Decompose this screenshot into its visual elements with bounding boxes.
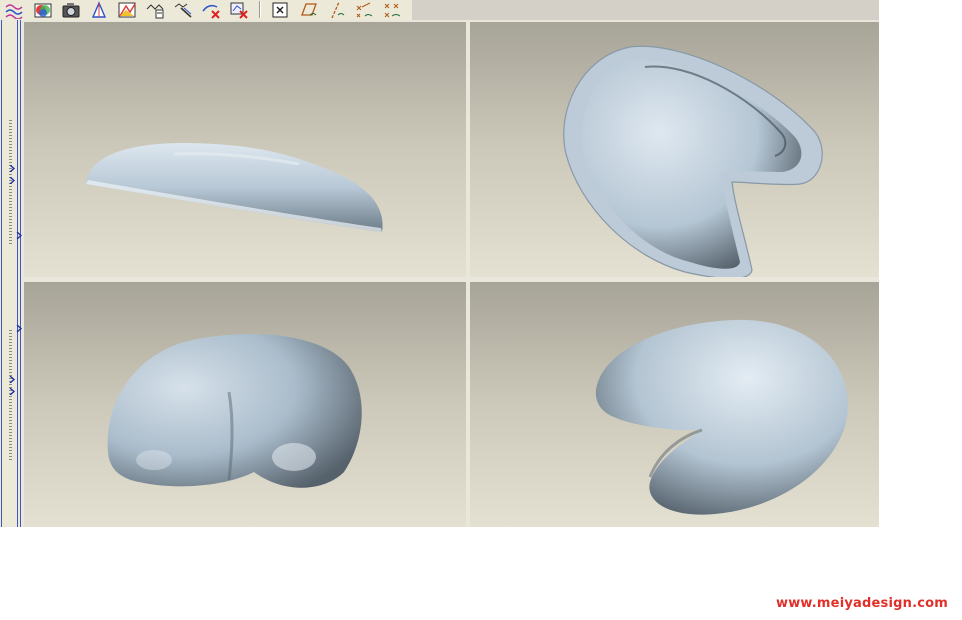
plane-display-icon[interactable] [296, 0, 320, 19]
expand-arrow-icon[interactable] [9, 177, 15, 184]
camera-view-icon[interactable] [59, 0, 83, 19]
four-view-layout [22, 20, 879, 527]
model-tree-collapsed-panel [0, 20, 22, 527]
toolbar-separator [259, 1, 261, 18]
point-display-icon[interactable] [352, 0, 376, 19]
panel-divider [1, 20, 2, 527]
viewport-bottom-right[interactable] [470, 282, 879, 527]
panel-grip[interactable] [9, 330, 12, 460]
watermark-text: www.meiyadesign.com [776, 596, 949, 611]
isometric-view-model [595, 319, 849, 515]
expand-arrow-icon[interactable] [9, 165, 15, 172]
section-analysis-icon[interactable] [143, 0, 167, 19]
front-view-model [107, 334, 362, 488]
side-profile-model [86, 142, 383, 232]
axis-display-icon[interactable] [324, 0, 348, 19]
curve-icon[interactable] [2, 0, 26, 19]
panel-divider [20, 20, 21, 527]
analysis-toolbar [0, 0, 412, 21]
delete-analysis-icon[interactable] [199, 0, 223, 19]
expand-arrow-icon[interactable] [9, 376, 15, 383]
expand-arrow-icon[interactable] [9, 388, 15, 395]
draft-check-icon[interactable] [171, 0, 195, 19]
color-palette-icon[interactable] [31, 0, 55, 19]
analysis-chart-icon[interactable] [115, 0, 139, 19]
csys-display-icon[interactable] [380, 0, 404, 19]
clear-analysis-icon[interactable] [227, 0, 251, 19]
viewport-top-right[interactable] [470, 22, 879, 277]
close-box-icon[interactable] [268, 0, 292, 19]
cad-application-window [0, 0, 879, 527]
ruler-measure-icon[interactable] [87, 0, 111, 19]
viewport-top-left[interactable] [24, 22, 466, 277]
viewport-bottom-left[interactable] [24, 282, 466, 527]
panel-divider [17, 20, 18, 527]
shelled-part-top-view [563, 45, 823, 277]
